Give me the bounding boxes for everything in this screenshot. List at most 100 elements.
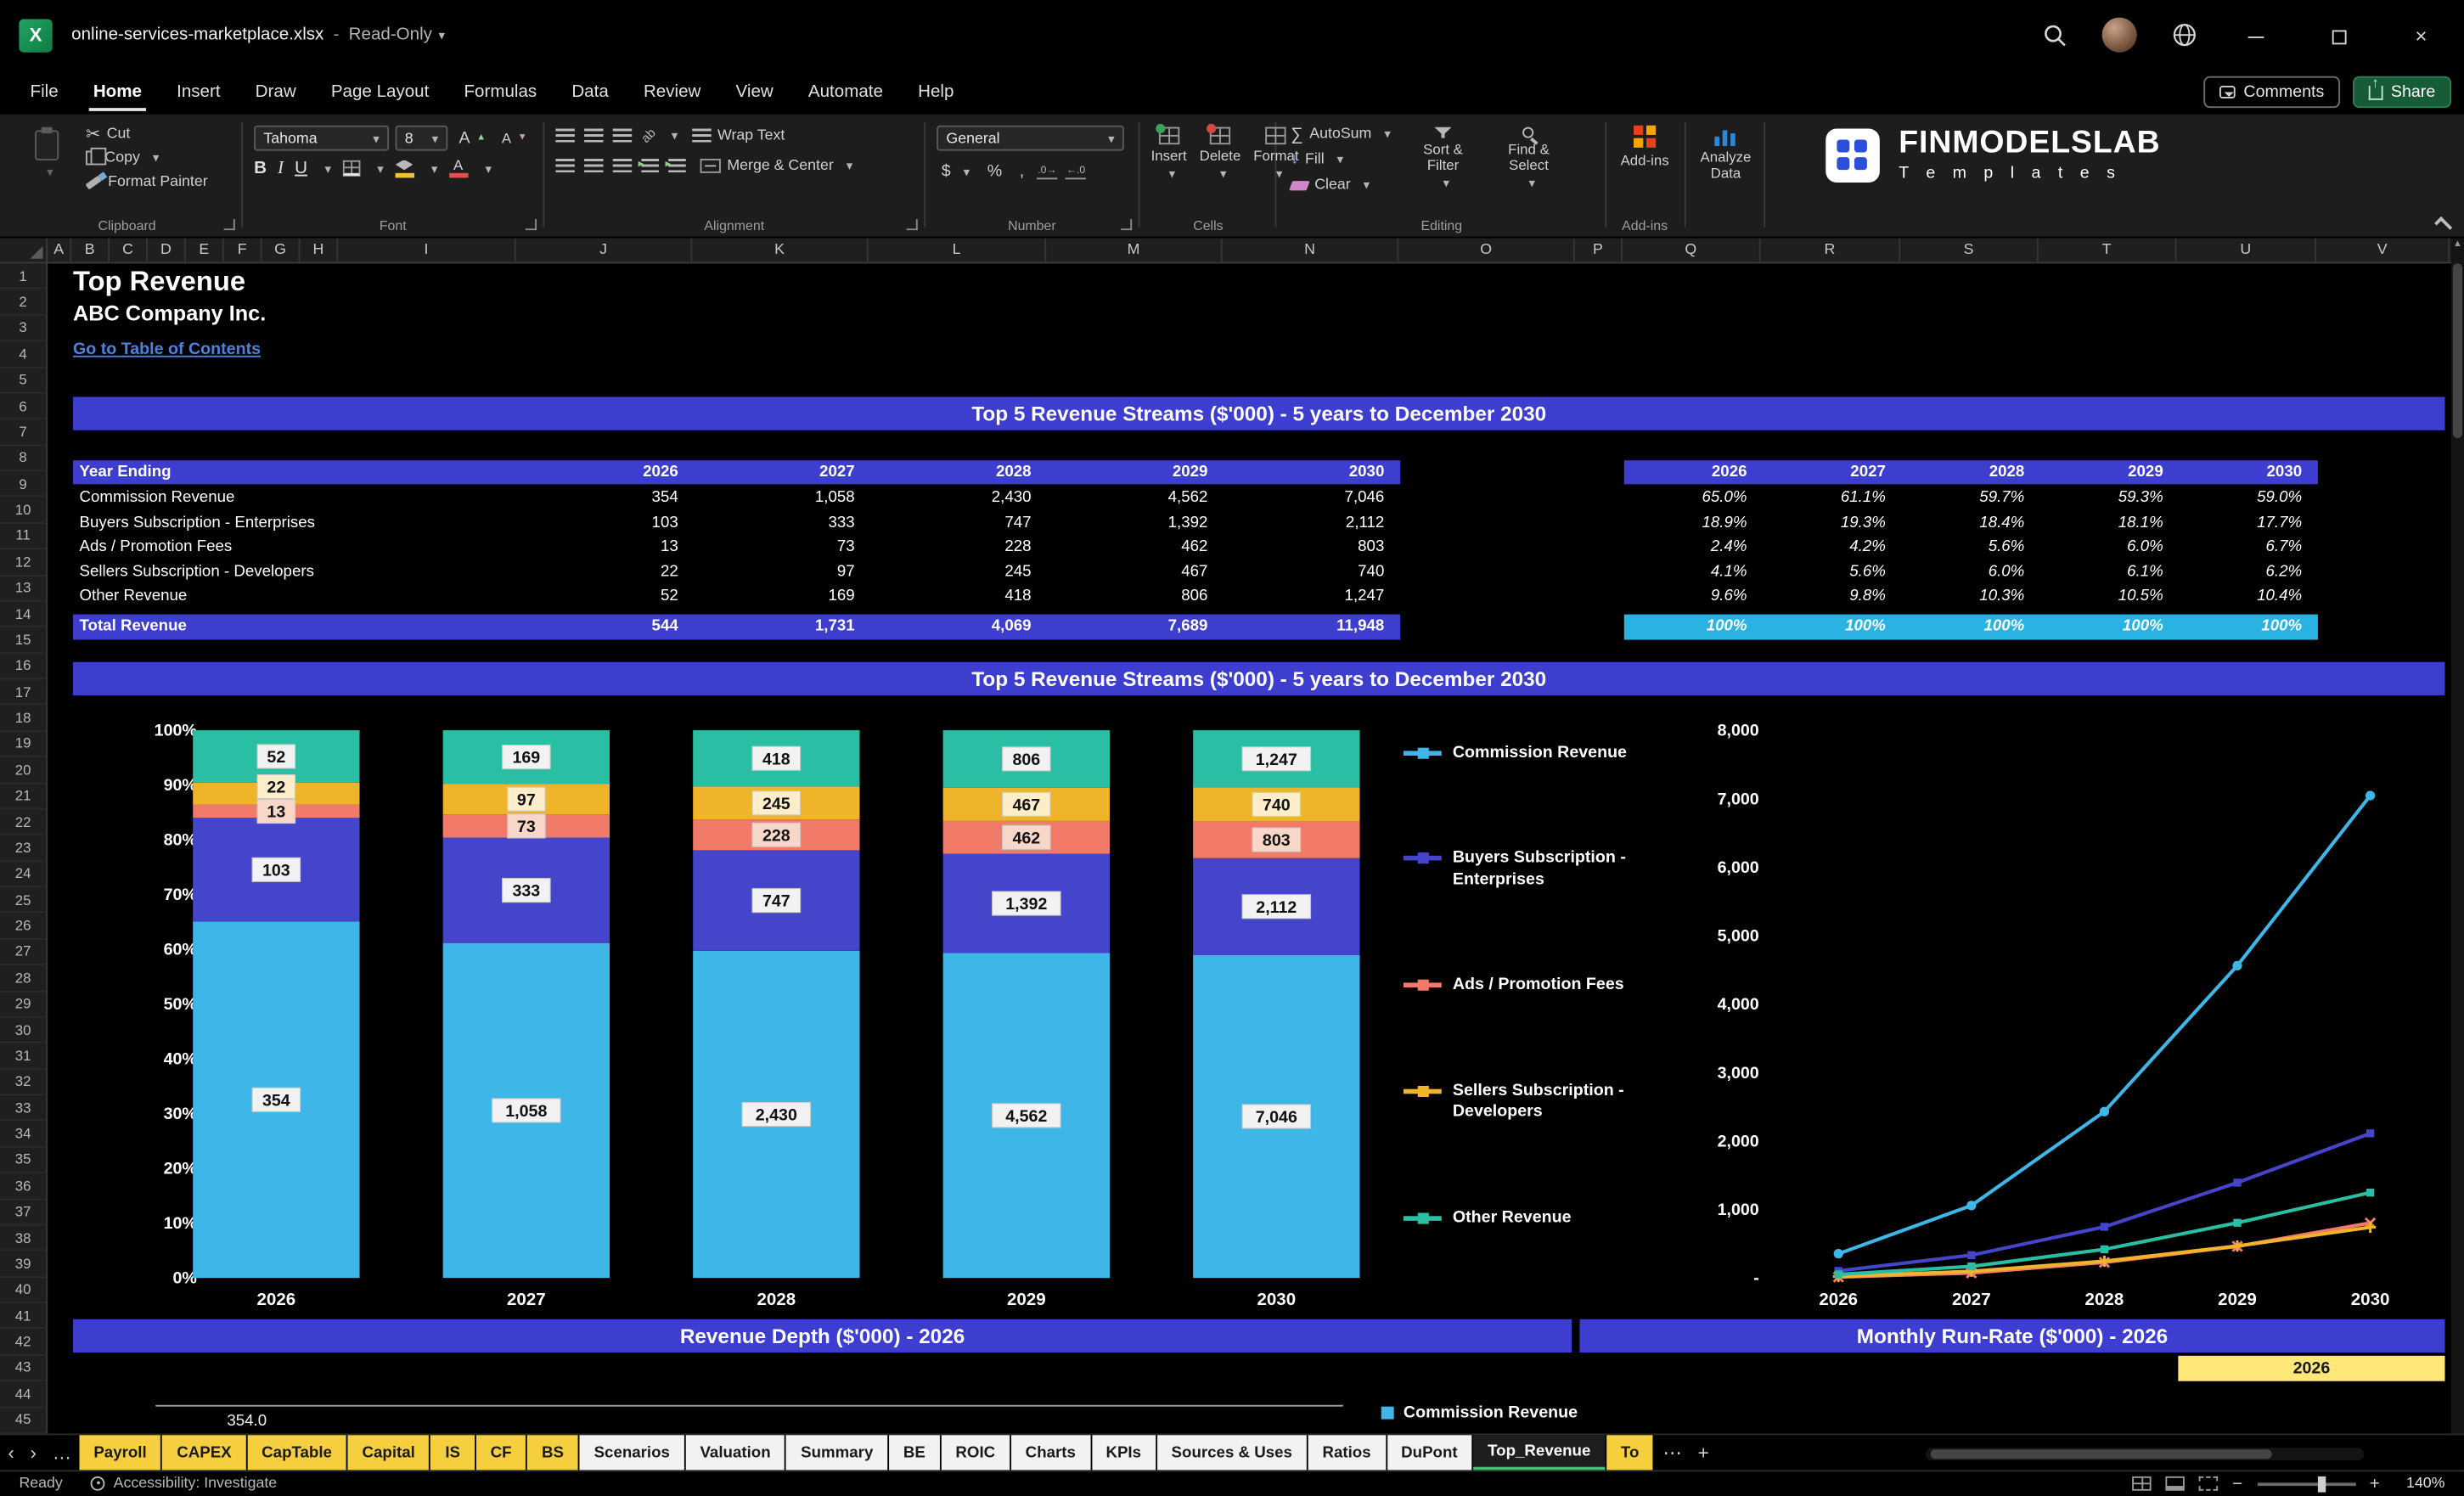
revenue-row-label[interactable]: Other Revenue — [73, 588, 518, 605]
font-color-button[interactable]: A — [448, 159, 467, 177]
row-header-35[interactable]: 35 — [0, 1147, 46, 1173]
increase-decimal-icon[interactable]: .0→ — [1037, 165, 1057, 179]
comma-style-button[interactable]: , — [1015, 160, 1029, 183]
orientation-icon[interactable]: ab — [639, 126, 659, 146]
revenue-value-cell[interactable]: 803 — [1224, 538, 1400, 556]
row-header-7[interactable]: 7 — [0, 419, 46, 446]
company-name[interactable]: ABC Company Inc. — [73, 301, 266, 325]
revenue-value-cell[interactable]: 747 — [870, 514, 1047, 531]
legend-item[interactable]: Other Revenue — [1404, 1207, 1714, 1229]
ribbon-tab-help[interactable]: Help — [901, 70, 971, 114]
sheet-nav-left-icon[interactable]: ‹ — [0, 1435, 22, 1470]
sheet-tab-capex[interactable]: CAPEX — [162, 1435, 245, 1470]
row-header-13[interactable]: 13 — [0, 576, 46, 602]
column-header-G[interactable]: G — [262, 238, 301, 262]
merge-center-button[interactable]: Merge & Center▾ — [695, 155, 858, 176]
globe-icon[interactable] — [2172, 22, 2197, 48]
row-header-11[interactable]: 11 — [0, 524, 46, 550]
column-header-D[interactable]: D — [148, 238, 186, 262]
share-cell[interactable]: 9.6% — [1624, 588, 1763, 605]
share-total-cell[interactable]: 100% — [1763, 618, 1901, 636]
revenue-value-cell[interactable]: 245 — [870, 563, 1047, 581]
italic-button[interactable]: I — [278, 159, 284, 177]
revenue-value-cell[interactable]: 333 — [694, 514, 870, 531]
select-all-corner[interactable] — [0, 238, 48, 262]
collapse-ribbon-icon[interactable] — [2434, 217, 2452, 234]
row-header-23[interactable]: 23 — [0, 835, 46, 862]
maximize-button[interactable] — [2315, 23, 2362, 47]
ribbon-tab-formulas[interactable]: Formulas — [447, 70, 554, 114]
revenue-value-cell[interactable]: 97 — [694, 563, 870, 581]
align-top-icon[interactable] — [555, 128, 574, 143]
share-cell[interactable]: 19.3% — [1763, 514, 1901, 531]
row-header-26[interactable]: 26 — [0, 914, 46, 940]
number-format-select[interactable]: General▾ — [937, 126, 1124, 151]
comments-button[interactable]: Comments — [2204, 76, 2340, 108]
share-year-header-2030[interactable]: 2030 — [2179, 464, 2317, 481]
revenue-value-cell[interactable]: 1,392 — [1047, 514, 1224, 531]
decrease-decimal-icon[interactable]: ←.0 — [1066, 165, 1086, 179]
sheet-tab-be[interactable]: BE — [889, 1435, 940, 1470]
ribbon-tab-data[interactable]: Data — [554, 70, 627, 114]
stacked-bar-chart[interactable]: 0%10%20%30%40%50%60%70%80%90%100%3541031… — [64, 719, 1405, 1319]
column-header-V[interactable]: V — [2316, 238, 2450, 262]
share-cell[interactable]: 65.0% — [1624, 489, 1763, 507]
revenue-value-cell[interactable]: 52 — [518, 588, 695, 605]
share-cell[interactable]: 18.4% — [1902, 514, 2040, 531]
row-header-32[interactable]: 32 — [0, 1070, 46, 1096]
cut-button[interactable]: ✂Cut — [81, 124, 212, 144]
page-layout-view-button[interactable] — [2166, 1476, 2185, 1491]
fill-color-button[interactable] — [395, 160, 413, 177]
zoom-slider-thumb[interactable] — [2317, 1476, 2325, 1492]
close-button[interactable]: × — [2397, 23, 2444, 47]
align-center-icon[interactable] — [584, 159, 603, 173]
zoom-in-button[interactable]: + — [2370, 1474, 2380, 1493]
year-ending-label[interactable]: Year Ending — [73, 464, 518, 481]
row-header-42[interactable]: 42 — [0, 1330, 46, 1356]
share-cell[interactable]: 6.0% — [1902, 563, 2040, 581]
row-header-40[interactable]: 40 — [0, 1277, 46, 1303]
section-banner-revenue-streams-table[interactable]: Top 5 Revenue Streams ($'000) - 5 years … — [73, 396, 2444, 430]
fill-button[interactable]: ↓Fill▾ — [1286, 149, 1396, 170]
column-header-R[interactable]: R — [1761, 238, 1901, 262]
row-header-24[interactable]: 24 — [0, 862, 46, 888]
year-header-2029[interactable]: 2029 — [1047, 464, 1224, 481]
row-header-31[interactable]: 31 — [0, 1043, 46, 1070]
total-revenue-value[interactable]: 11,948 — [1224, 618, 1400, 636]
revenue-value-cell[interactable]: 1,058 — [694, 489, 870, 507]
row-header-30[interactable]: 30 — [0, 1017, 46, 1043]
sheet-tab-valuation[interactable]: Valuation — [686, 1435, 785, 1470]
delete-cells-button[interactable]: Delete▾ — [1195, 124, 1246, 186]
row-header-38[interactable]: 38 — [0, 1225, 46, 1251]
sheet-tab-payroll[interactable]: Payroll — [79, 1435, 160, 1470]
row-header-2[interactable]: 2 — [0, 290, 46, 316]
borders-button[interactable] — [342, 160, 360, 177]
share-total-cell[interactable]: 100% — [2040, 618, 2179, 636]
row-header-41[interactable]: 41 — [0, 1303, 46, 1330]
row-header-12[interactable]: 12 — [0, 549, 46, 576]
font-dialog-launcher[interactable] — [526, 219, 537, 230]
share-cell[interactable]: 6.0% — [2040, 538, 2179, 556]
year-header-2028[interactable]: 2028 — [870, 464, 1047, 481]
ribbon-tab-automate[interactable]: Automate — [790, 70, 900, 114]
revenue-value-cell[interactable]: 103 — [518, 514, 695, 531]
sheet-tab-scenarios[interactable]: Scenarios — [580, 1435, 684, 1470]
font-size-select[interactable]: 8▾ — [395, 126, 447, 151]
share-cell[interactable]: 6.2% — [2179, 563, 2317, 581]
revenue-value-cell[interactable]: 418 — [870, 588, 1047, 605]
zoom-out-button[interactable]: − — [2232, 1474, 2242, 1493]
ribbon-tab-home[interactable]: Home — [76, 70, 159, 114]
share-year-header-2026[interactable]: 2026 — [1624, 464, 1763, 481]
row-header-17[interactable]: 17 — [0, 679, 46, 706]
sheet-tab-kpis[interactable]: KPIs — [1092, 1435, 1156, 1470]
share-cell[interactable]: 5.6% — [1763, 563, 1901, 581]
share-cell[interactable]: 59.0% — [2179, 489, 2317, 507]
vertical-scrollbar-thumb[interactable] — [2453, 263, 2462, 438]
legend-item[interactable]: Ads / Promotion Fees — [1404, 976, 1714, 997]
column-header-L[interactable]: L — [869, 238, 1046, 262]
row-header-10[interactable]: 10 — [0, 498, 46, 524]
row-header-43[interactable]: 43 — [0, 1355, 46, 1381]
row-header-44[interactable]: 44 — [0, 1381, 46, 1408]
horizontal-scrollbar[interactable] — [1926, 1448, 2364, 1460]
row-header-28[interactable]: 28 — [0, 965, 46, 992]
